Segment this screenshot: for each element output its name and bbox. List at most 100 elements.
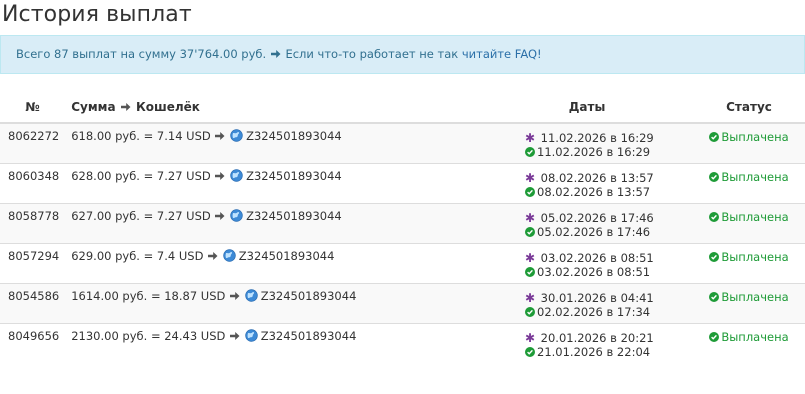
table-row: 8054586 1614.00 руб. = 18.87 USD Z324501… bbox=[0, 282, 805, 323]
payout-amount: 627.00 руб. = 7.27 USD bbox=[71, 208, 211, 223]
payout-dates: ✱ 30.01.2026 в 04:41 02.02.2026 в 17:34 bbox=[481, 282, 693, 323]
paid-date: 08.02.2026 в 13:57 bbox=[537, 184, 651, 199]
paid-date: 05.02.2026 в 17:46 bbox=[537, 224, 651, 239]
status-badge: Выплачена bbox=[709, 210, 789, 224]
check-circle-icon bbox=[525, 147, 535, 157]
header-amount: Сумма bbox=[71, 100, 116, 114]
payout-id: 8057294 bbox=[0, 242, 66, 283]
arrow-right-icon bbox=[215, 132, 225, 140]
asterisk-icon: ✱ bbox=[525, 131, 536, 145]
payout-amount-cell: 2130.00 руб. = 24.43 USD Z324501893044 bbox=[65, 322, 481, 363]
header-num: № bbox=[0, 92, 66, 124]
payout-status: Выплачена bbox=[693, 282, 805, 323]
table-row: 8057294 629.00 руб. = 7.4 USD Z324501893… bbox=[0, 242, 805, 283]
status-badge: Выплачена bbox=[709, 250, 789, 264]
requested-date-line: ✱ 30.01.2026 в 04:41 bbox=[525, 291, 687, 305]
globe-icon bbox=[244, 288, 258, 302]
payout-amount-cell: 1614.00 руб. = 18.87 USD Z324501893044 bbox=[65, 282, 481, 323]
payout-amount-cell: 628.00 руб. = 7.27 USD Z324501893044 bbox=[65, 162, 481, 203]
status-badge: Выплачена bbox=[709, 130, 789, 144]
asterisk-icon: ✱ bbox=[525, 170, 536, 185]
wallet-id: Z324501893044 bbox=[260, 288, 357, 303]
arrow-right-icon bbox=[230, 331, 240, 340]
requested-date-line: ✱ 08.02.2026 в 13:57 bbox=[525, 171, 687, 185]
arrow-right-icon bbox=[208, 251, 218, 260]
asterisk-icon: ✱ bbox=[525, 250, 536, 265]
payout-status: Выплачена bbox=[693, 322, 805, 363]
payout-status: Выплачена bbox=[693, 242, 805, 283]
requested-date: 03.02.2026 в 08:51 bbox=[540, 250, 654, 265]
header-amount-wallet: Сумма Кошелёк bbox=[65, 92, 481, 124]
paid-date: 03.02.2026 в 08:51 bbox=[537, 264, 651, 279]
table-row: 8049656 2130.00 руб. = 24.43 USD Z324501… bbox=[0, 322, 805, 363]
requested-date: 20.01.2026 в 20:21 bbox=[540, 330, 654, 345]
requested-date-line: ✱ 20.01.2026 в 20:21 bbox=[525, 331, 687, 345]
wallet-id: Z324501893044 bbox=[260, 328, 357, 343]
payout-amount: 629.00 руб. = 7.4 USD bbox=[71, 248, 204, 263]
requested-date: 11.02.2026 в 16:29 bbox=[540, 131, 654, 145]
paid-date-line: 02.02.2026 в 17:34 bbox=[525, 305, 687, 319]
wallet-id: Z324501893044 bbox=[238, 248, 335, 263]
payout-dates: ✱ 11.02.2026 в 16:29 11.02.2026 в 16:29 bbox=[481, 122, 693, 163]
check-circle-icon bbox=[709, 171, 720, 182]
payout-id: 8054586 bbox=[0, 282, 66, 323]
table-header-row: № Сумма Кошелёк Даты Статус bbox=[0, 92, 805, 124]
payout-id: 8060348 bbox=[0, 162, 66, 203]
arrow-right-icon bbox=[120, 103, 131, 111]
payout-dates: ✱ 05.02.2026 в 17:46 05.02.2026 в 17:46 bbox=[481, 202, 693, 243]
globe-icon bbox=[230, 168, 243, 182]
globe-icon bbox=[230, 208, 243, 222]
faq-link[interactable]: читайте FAQ! bbox=[462, 47, 542, 61]
table-row: 8062272 618.00 руб. = 7.14 USD Z32450189… bbox=[0, 122, 805, 163]
check-circle-icon bbox=[525, 226, 535, 237]
requested-date: 30.01.2026 в 04:41 bbox=[540, 290, 654, 305]
payout-dates: ✱ 08.02.2026 в 13:57 08.02.2026 в 13:57 bbox=[481, 162, 693, 203]
wallet-id: Z324501893044 bbox=[246, 129, 342, 143]
table-row: 8060348 628.00 руб. = 7.27 USD Z32450189… bbox=[0, 162, 805, 203]
globe-icon bbox=[230, 129, 243, 142]
status-badge: Выплачена bbox=[709, 330, 789, 344]
payout-amount: 2130.00 руб. = 24.43 USD bbox=[71, 328, 226, 343]
requested-date-line: ✱ 03.02.2026 в 08:51 bbox=[525, 251, 687, 265]
payout-amount: 618.00 руб. = 7.14 USD bbox=[71, 129, 211, 143]
paid-date-line: 11.02.2026 в 16:29 bbox=[525, 145, 687, 159]
header-wallet: Кошелёк bbox=[135, 100, 200, 114]
payout-amount-cell: 627.00 руб. = 7.27 USD Z324501893044 bbox=[65, 202, 481, 243]
requested-date-line: ✱ 05.02.2026 в 17:46 bbox=[525, 211, 687, 225]
payout-status: Выплачена bbox=[693, 202, 805, 243]
header-status: Статус bbox=[693, 92, 805, 124]
asterisk-icon: ✱ bbox=[525, 210, 536, 225]
payout-id: 8062272 bbox=[0, 122, 66, 163]
check-circle-icon bbox=[525, 186, 535, 197]
requested-date: 08.02.2026 в 13:57 bbox=[540, 170, 654, 185]
payout-amount-cell: 629.00 руб. = 7.4 USD Z324501893044 bbox=[65, 242, 481, 283]
check-circle-icon bbox=[525, 266, 535, 277]
payout-dates: ✱ 20.01.2026 в 20:21 21.01.2026 в 22:04 bbox=[481, 322, 693, 363]
check-circle-icon bbox=[525, 346, 535, 357]
globe-icon bbox=[244, 328, 258, 342]
page-title: История выплат bbox=[2, 2, 192, 27]
wallet-id: Z324501893044 bbox=[246, 168, 342, 183]
arrow-right-icon bbox=[215, 211, 225, 220]
payout-amount-cell: 618.00 руб. = 7.14 USD Z324501893044 bbox=[65, 122, 481, 163]
paid-date-line: 05.02.2026 в 17:46 bbox=[525, 225, 687, 239]
alert-help-text: Если что-то работает не так bbox=[285, 47, 459, 61]
info-alert: Всего 87 выплат на сумму 37'764.00 руб. … bbox=[0, 35, 805, 74]
payout-dates: ✱ 03.02.2026 в 08:51 03.02.2026 в 08:51 bbox=[481, 242, 693, 283]
payout-amount: 628.00 руб. = 7.27 USD bbox=[71, 168, 211, 183]
payout-id: 8049656 bbox=[0, 322, 66, 363]
check-circle-icon bbox=[709, 291, 720, 302]
check-circle-icon bbox=[709, 132, 720, 142]
paid-date: 02.02.2026 в 17:34 bbox=[537, 304, 651, 319]
asterisk-icon: ✱ bbox=[525, 290, 536, 305]
globe-icon bbox=[223, 248, 236, 262]
check-circle-icon bbox=[709, 251, 720, 262]
requested-date: 05.02.2026 в 17:46 bbox=[540, 210, 654, 225]
check-circle-icon bbox=[709, 211, 720, 222]
status-badge: Выплачена bbox=[709, 290, 789, 304]
paid-date: 21.01.2026 в 22:04 bbox=[537, 344, 651, 359]
requested-date-line: ✱ 11.02.2026 в 16:29 bbox=[525, 131, 687, 145]
paid-date: 11.02.2026 в 16:29 bbox=[537, 145, 651, 159]
paid-date-line: 08.02.2026 в 13:57 bbox=[525, 185, 687, 199]
arrow-right-icon bbox=[215, 171, 225, 180]
